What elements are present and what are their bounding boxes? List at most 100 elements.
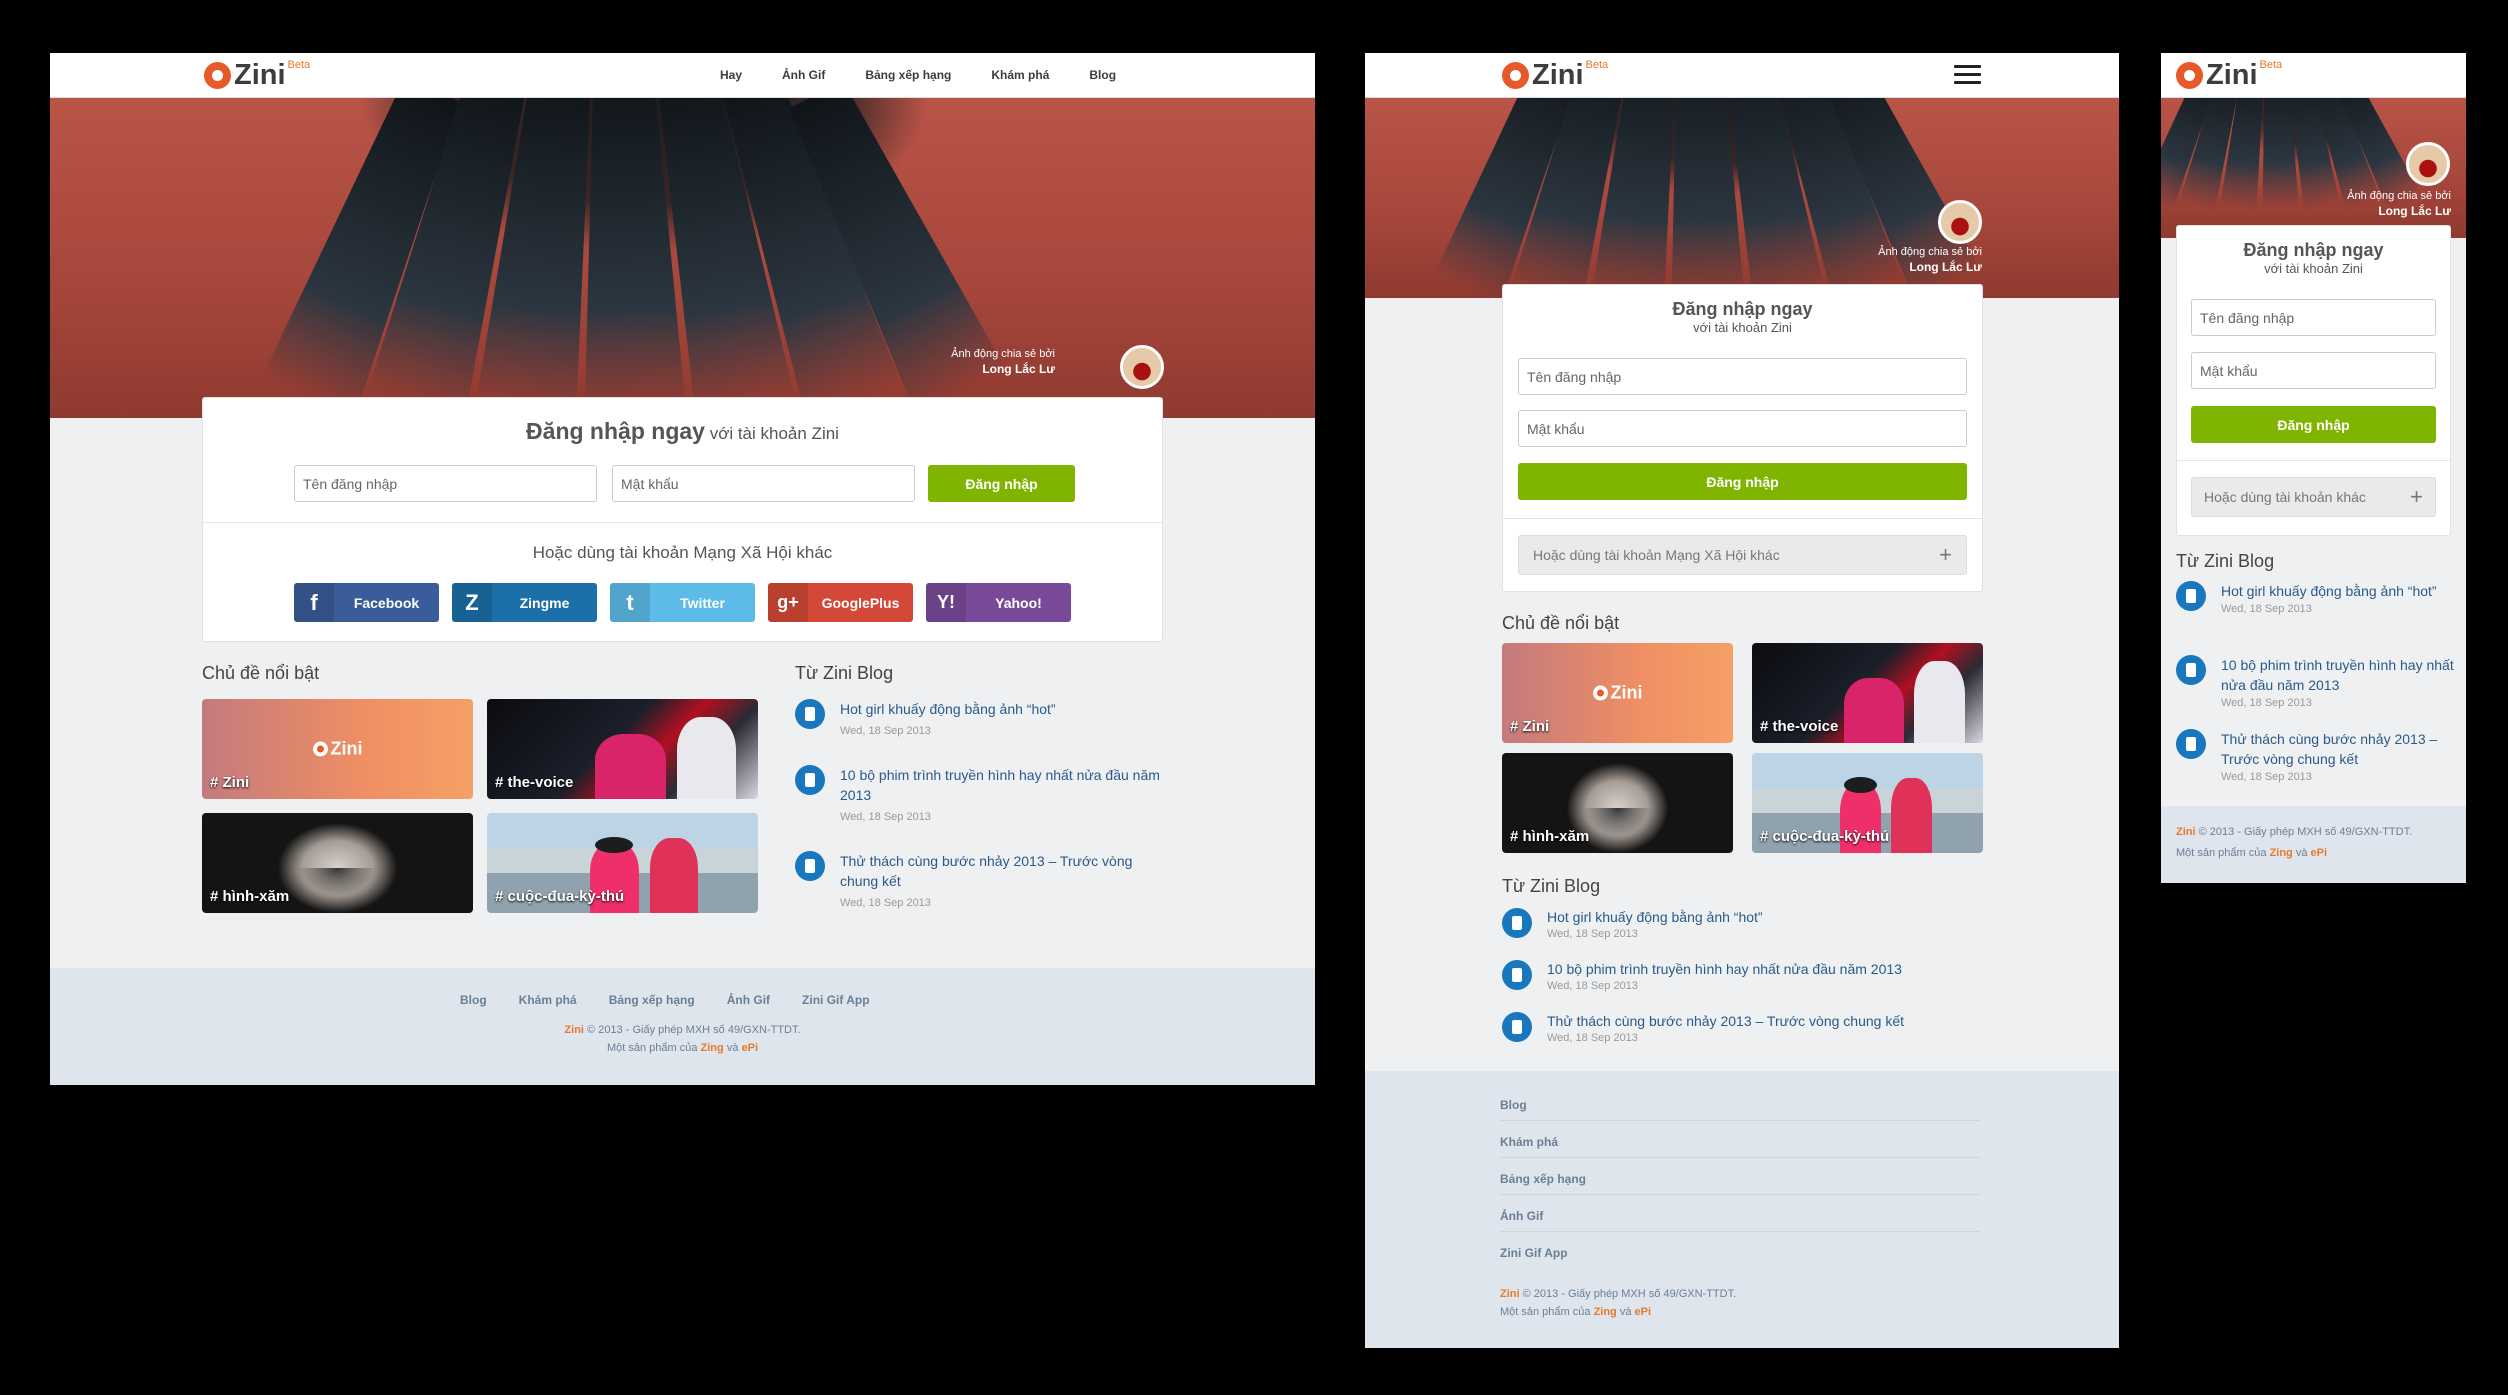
- footer-link-kham-pha[interactable]: Khám phá: [519, 993, 577, 1007]
- topic-tile-the-voice[interactable]: # the-voice: [1752, 643, 1983, 743]
- password-input[interactable]: Mật khẩu: [1518, 410, 1967, 447]
- topic-tag: # hình-xăm: [1510, 828, 1590, 845]
- topic-tile-zini[interactable]: Zini # Zini: [1502, 643, 1733, 743]
- yahoo-button[interactable]: Y! Yahoo!: [926, 583, 1071, 622]
- footer: Blog Khám phá Bảng xếp hạng Ảnh Gif Zini…: [1365, 1071, 2119, 1348]
- footer-link-anh-gif[interactable]: Ảnh Gif: [727, 993, 770, 1007]
- footer-link-app[interactable]: Zini Gif App: [1500, 1246, 1980, 1268]
- zing-link[interactable]: Zing: [701, 1042, 724, 1054]
- credit-label: Ảnh động chia sẻ bởi: [2347, 190, 2451, 202]
- footer-link-anh-gif[interactable]: Ảnh Gif: [1500, 1209, 1980, 1232]
- footer-brand[interactable]: Zini: [1500, 1288, 1520, 1300]
- footer-link-blog[interactable]: Blog: [1500, 1098, 1980, 1121]
- blog-post[interactable]: Thử thách cùng bước nhảy 2013 – Trước vò…: [795, 851, 1165, 909]
- blog-post-title[interactable]: Thử thách cùng bước nhảy 2013 – Trước vò…: [2221, 729, 2456, 769]
- login-title-rest: với tài khoản Zini: [709, 424, 839, 443]
- blog-post[interactable]: Thử thách cùng bước nhảy 2013 – Trước vò…: [2176, 729, 2456, 783]
- header: Zini Beta: [2161, 53, 2466, 98]
- desktop-view: Zini Beta Hay Ảnh Gif Bảng xếp hạng Khám…: [50, 53, 1315, 1085]
- blog-post-title[interactable]: Thử thách cùng bước nhảy 2013 – Trước vò…: [1547, 1012, 1904, 1030]
- login-button[interactable]: Đăng nhập: [928, 465, 1075, 502]
- facebook-button[interactable]: f Facebook: [294, 583, 439, 622]
- blog-heading: Từ Zini Blog: [795, 663, 894, 683]
- yahoo-label: Yahoo!: [995, 594, 1042, 611]
- epi-link[interactable]: ePi: [1635, 1306, 1652, 1318]
- topic-tile-hinh-xam[interactable]: # hình-xăm: [202, 813, 473, 913]
- credit-avatar[interactable]: [2406, 142, 2450, 186]
- blog-post-date: Wed, 18 Sep 2013: [1547, 928, 1638, 940]
- blog-post-title[interactable]: Hot girl khuấy động bằng ảnh “hot”: [2221, 581, 2437, 601]
- other-accounts-toggle[interactable]: Hoặc dùng tài khoản khác +: [2191, 477, 2436, 517]
- credit-label: Ảnh động chia sẻ bởi: [1878, 246, 1982, 258]
- main-nav: Hay Ảnh Gif Bảng xếp hạng Khám phá Blog: [720, 68, 1116, 82]
- logo[interactable]: Zini Beta: [204, 59, 310, 92]
- credit-user[interactable]: Long Lắc Lư: [855, 362, 1055, 377]
- blog-post-date: Wed, 18 Sep 2013: [1547, 980, 1638, 992]
- footer-link-bang-xep-hang[interactable]: Bảng xếp hạng: [1500, 1172, 1980, 1195]
- nav-kham-pha[interactable]: Khám phá: [991, 68, 1049, 82]
- blog-post[interactable]: Hot girl khuấy động bằng ảnh “hot” Wed, 1…: [1502, 908, 1982, 940]
- blog-post-title[interactable]: 10 bộ phim trình truyền hình hay nhất nử…: [2221, 655, 2456, 695]
- topic-tag: # cuộc-đua-kỳ-thú: [1760, 828, 1890, 845]
- zini-logo-icon: [312, 741, 328, 757]
- beta-badge: Beta: [1585, 59, 1609, 71]
- topic-tile-cuoc-dua[interactable]: # cuộc-đua-kỳ-thú: [487, 813, 758, 913]
- footer-brand[interactable]: Zini: [564, 1024, 584, 1036]
- topic-tile-cuoc-dua[interactable]: # cuộc-đua-kỳ-thú: [1752, 753, 1983, 853]
- nav-bang-xep-hang[interactable]: Bảng xếp hạng: [865, 68, 951, 82]
- blog-post[interactable]: Hot girl khuấy động bằng ảnh “hot” Wed, 1…: [795, 699, 1165, 737]
- footer-brand[interactable]: Zini: [2176, 826, 2196, 838]
- blog-post-title[interactable]: Hot girl khuấy động bằng ảnh “hot”: [840, 699, 1056, 719]
- footer-link-kham-pha[interactable]: Khám phá: [1500, 1135, 1980, 1158]
- twitter-button[interactable]: t Twitter: [610, 583, 755, 622]
- logo[interactable]: Zini Beta: [2176, 59, 2282, 92]
- username-input[interactable]: Tên đăng nhập: [294, 465, 597, 502]
- footer-link-bang-xep-hang[interactable]: Bảng xếp hạng: [609, 993, 695, 1007]
- other-accounts-toggle[interactable]: Hoặc dùng tài khoản Mạng Xã Hội khác +: [1518, 535, 1967, 575]
- username-input[interactable]: Tên đăng nhập: [1518, 358, 1967, 395]
- zini-logo-icon: [1592, 685, 1608, 701]
- blog-post-title[interactable]: Thử thách cùng bước nhảy 2013 – Trước vò…: [840, 851, 1165, 891]
- login-title: Đăng nhập ngay với tài khoản Zini: [203, 418, 1162, 445]
- login-button[interactable]: Đăng nhập: [1518, 463, 1967, 500]
- blog-post-icon: [1502, 908, 1532, 938]
- googleplus-button[interactable]: g+ GooglePlus: [768, 583, 913, 622]
- credit-avatar[interactable]: [1938, 200, 1982, 244]
- blog-post[interactable]: 10 bộ phim trình truyền hình hay nhất nử…: [1502, 960, 1982, 992]
- credit-user[interactable]: Long Lắc Lư: [2251, 204, 2451, 219]
- blog-post[interactable]: Hot girl khuấy động bằng ảnh “hot” Wed, 1…: [2176, 581, 2456, 615]
- footer-link-app[interactable]: Zini Gif App: [802, 993, 870, 1007]
- blog-post-title[interactable]: Hot girl khuấy động bằng ảnh “hot”: [1547, 908, 1763, 926]
- blog-post-title[interactable]: 10 bộ phim trình truyền hình hay nhất nử…: [1547, 960, 1902, 978]
- topic-tile-the-voice[interactable]: # the-voice: [487, 699, 758, 799]
- social-buttons: f Facebook Z Zingme t Twitter g+ GooglePlus …: [294, 583, 1084, 622]
- product-prefix: Một sản phẩm của: [2176, 846, 2267, 859]
- blog-post-date: Wed, 18 Sep 2013: [840, 897, 931, 909]
- nav-blog[interactable]: Blog: [1089, 68, 1116, 82]
- nav-anh-gif[interactable]: Ảnh Gif: [782, 68, 825, 82]
- blog-heading: Từ Zini Blog: [2176, 551, 2275, 571]
- zing-link[interactable]: Zing: [2270, 847, 2293, 859]
- zingme-button[interactable]: Z Zingme: [452, 583, 597, 622]
- blog-post[interactable]: 10 bộ phim trình truyền hình hay nhất nử…: [2176, 655, 2456, 709]
- blog-post-title[interactable]: 10 bộ phim trình truyền hình hay nhất nử…: [840, 765, 1165, 805]
- topic-tile-zini[interactable]: Zini # Zini: [202, 699, 473, 799]
- nav-hay[interactable]: Hay: [720, 68, 742, 82]
- menu-icon[interactable]: [1954, 65, 1981, 85]
- username-input[interactable]: Tên đăng nhập: [2191, 299, 2436, 336]
- epi-link[interactable]: ePi: [742, 1042, 759, 1054]
- password-input[interactable]: Mật khẩu: [612, 465, 915, 502]
- login-button[interactable]: Đăng nhập: [2191, 406, 2436, 443]
- epi-link[interactable]: ePi: [2311, 847, 2328, 859]
- zing-link[interactable]: Zing: [1594, 1306, 1617, 1318]
- password-input[interactable]: Mật khẩu: [2191, 352, 2436, 389]
- blog-post[interactable]: 10 bộ phim trình truyền hình hay nhất nử…: [795, 765, 1165, 823]
- topic-tile-hinh-xam[interactable]: # hình-xăm: [1502, 753, 1733, 853]
- blog-post[interactable]: Thử thách cùng bước nhảy 2013 – Trước vò…: [1502, 1012, 1982, 1044]
- topic-tag: # the-voice: [1760, 718, 1839, 735]
- and-text: và: [2295, 846, 2308, 859]
- footer-link-blog[interactable]: Blog: [460, 993, 487, 1007]
- credit-avatar[interactable]: [1120, 345, 1164, 389]
- credit-user[interactable]: Long Lắc Lư: [1782, 260, 1982, 275]
- logo[interactable]: Zini Beta: [1502, 59, 1608, 92]
